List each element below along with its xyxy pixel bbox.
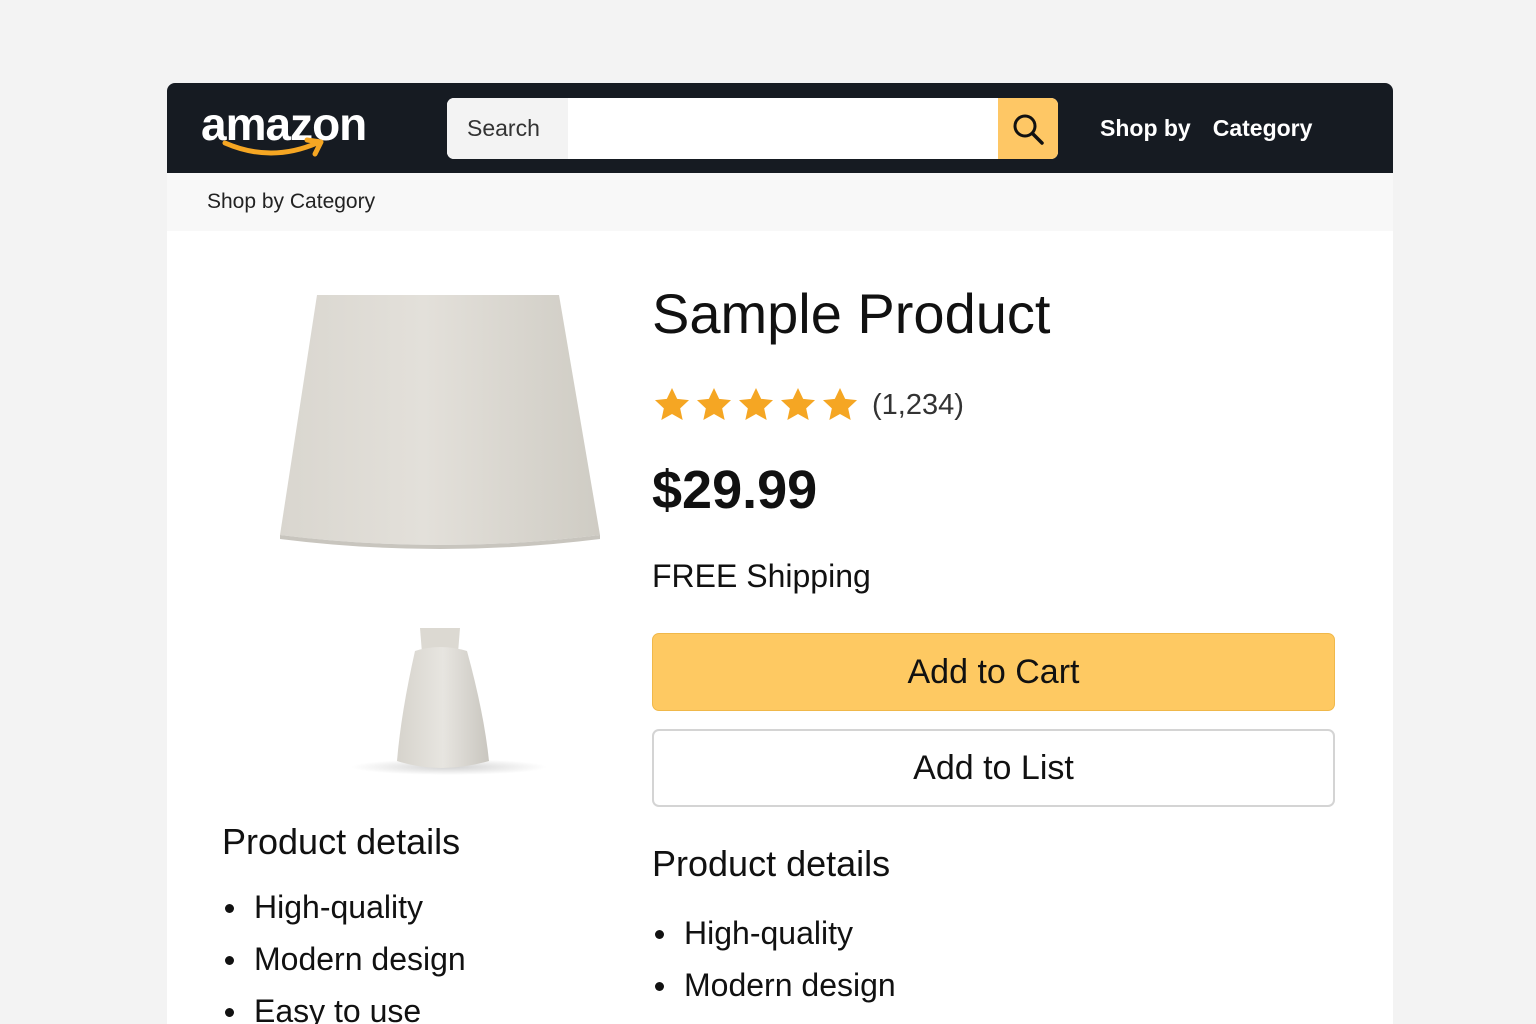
amazon-logo[interactable]: amazon [201,95,391,165]
product-price: $29.99 [652,460,818,520]
review-count[interactable]: (1,234) [872,389,964,422]
list-item: Easy to use [222,985,466,1024]
shipping-info: FREE Shipping [652,558,871,594]
right-product-details: Product details High-quality Modern desi… [652,843,896,1024]
search-category-label[interactable]: Search [447,98,568,159]
star-icon [823,388,857,420]
list-item: Easy to use [652,1011,896,1024]
shop-by-category-link[interactable]: Shop by Category [207,190,375,214]
add-to-cart-button[interactable]: Add to Cart [652,633,1335,711]
star-icon [739,388,773,420]
star-icon [697,388,731,420]
product-title: Sample Product [652,282,1051,345]
lamp-base [397,647,489,768]
star-rating [652,385,860,425]
product-rating[interactable]: (1,234) [652,383,964,427]
left-details-list: High-quality Modern design Easy to use [222,881,466,1024]
product-image[interactable] [277,283,607,783]
lamp-shade [280,295,600,545]
left-product-details: Product details High-quality Modern desi… [222,821,466,1024]
list-item: Modern design [652,959,896,1011]
list-item: High-quality [652,907,896,959]
star-icon [655,388,689,420]
list-item: Modern design [222,933,466,985]
left-details-title: Product details [222,821,461,862]
product-info-column: Sample Product (1,234) $29.99 FREE Shipp… [652,83,1336,1024]
right-details-title: Product details [652,843,891,884]
smile-arrow-icon [222,137,324,157]
product-page-window: amazon Search Shop by Category Shop by C… [167,83,1393,1024]
add-to-list-button[interactable]: Add to List [652,729,1335,807]
right-details-list: High-quality Modern design Easy to use [652,907,896,1024]
list-item: High-quality [222,881,466,933]
star-icon [781,388,815,420]
